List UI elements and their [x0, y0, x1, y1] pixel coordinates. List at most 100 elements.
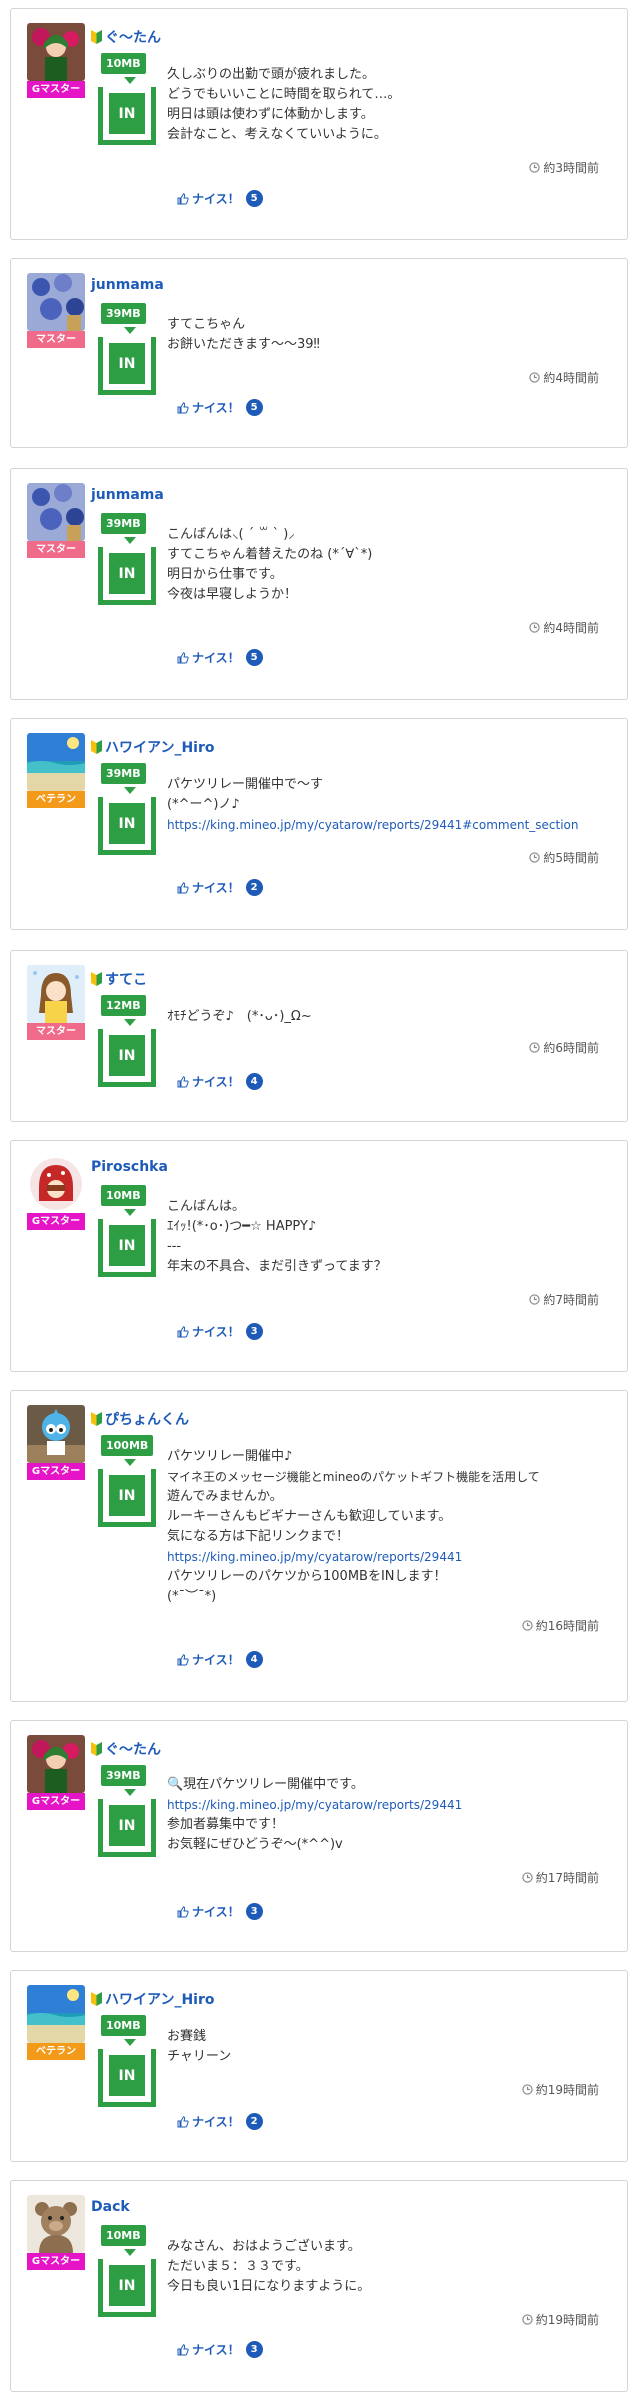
- comment-line: お賽銭: [167, 2029, 207, 2044]
- in-button[interactable]: IN: [98, 797, 156, 855]
- timestamp-text: 約19時間前: [535, 2083, 599, 2097]
- timestamp: 約19時間前: [522, 2081, 599, 2098]
- comment-line: 今日も良い1日になりますように。: [167, 2279, 371, 2294]
- in-label: IN: [109, 1475, 145, 1516]
- avatar[interactable]: [27, 965, 85, 1023]
- packet-amount-badge: 39MB: [101, 303, 146, 324]
- in-label: IN: [109, 553, 145, 594]
- comment-card: マスター すてこ 12MB IN ｵﾓﾁどうぞ♪ (*･ᴗ･)_Ω~ 約6時間前…: [10, 950, 628, 1122]
- avatar[interactable]: [27, 1155, 85, 1213]
- nice-button[interactable]: ナイス！ 5: [177, 399, 263, 416]
- username-link[interactable]: junmama: [91, 277, 164, 293]
- rank-badge: Gマスター: [27, 81, 85, 98]
- nice-label: ナイス！: [192, 881, 240, 895]
- in-button[interactable]: IN: [98, 2259, 156, 2317]
- thumbs-up-icon: [177, 1905, 189, 1917]
- in-button[interactable]: IN: [98, 547, 156, 605]
- username-link[interactable]: ハワイアン_Hiro: [91, 737, 214, 757]
- comment-link[interactable]: https://king.mineo.jp/my/cyatarow/report…: [167, 815, 607, 835]
- comment-link[interactable]: https://king.mineo.jp/my/cyatarow/report…: [167, 1795, 607, 1815]
- timestamp-text: 約19時間前: [535, 2313, 599, 2327]
- in-button[interactable]: IN: [98, 2049, 156, 2107]
- down-arrow-icon: [124, 327, 136, 334]
- nice-button[interactable]: ナイス！ 5: [177, 190, 263, 207]
- avatar[interactable]: [27, 733, 85, 791]
- username-link[interactable]: Piroschka: [91, 1159, 168, 1175]
- comment-card: ベテラン ハワイアン_Hiro 39MB IN パケツリレー開催中で〜す (*^…: [10, 718, 628, 930]
- nice-button[interactable]: ナイス！ 2: [177, 879, 263, 896]
- comment-line: 年末の不具合、まだ引きずってます？: [167, 1259, 387, 1274]
- comment-link[interactable]: https://king.mineo.jp/my/cyatarow/report…: [167, 1547, 607, 1567]
- comment-line: パケツリレー開催中♪: [167, 1449, 293, 1464]
- down-arrow-icon: [124, 537, 136, 544]
- comment-line: 今夜は早寝しようか！: [167, 587, 298, 602]
- in-label: IN: [109, 1035, 145, 1076]
- rank-badge: マスター: [27, 331, 85, 348]
- comment-line: マイネ王のメッセージ機能とmineoのパケットギフト機能を活用して: [167, 1470, 540, 1484]
- comment-line: ただいま５：３３です。: [167, 2259, 309, 2274]
- rank-badge: ベテラン: [27, 2043, 85, 2060]
- in-label: IN: [109, 93, 145, 134]
- timestamp: 約4時間前: [529, 619, 599, 636]
- comment-line: お餅いただきます〜〜39‼︎: [167, 337, 320, 352]
- down-arrow-icon: [124, 1459, 136, 1466]
- username-link[interactable]: すてこ: [91, 969, 147, 989]
- comment-card: マスター junmama 39MB IN すてこちゃん お餅いただきます〜〜39…: [10, 258, 628, 448]
- avatar[interactable]: [27, 1985, 85, 2043]
- comment-line: みなさん、おはようございます。: [167, 2239, 361, 2254]
- nice-button[interactable]: ナイス！ 4: [177, 1651, 263, 1668]
- avatar[interactable]: [27, 483, 85, 541]
- in-button[interactable]: IN: [98, 337, 156, 395]
- username-link[interactable]: ぐ〜たん: [91, 27, 161, 47]
- rank-badge: マスター: [27, 1023, 85, 1040]
- avatar[interactable]: [27, 23, 85, 81]
- comment-body: お賽銭 チャリーン: [167, 2027, 607, 2067]
- nice-button[interactable]: ナイス！ 3: [177, 1323, 263, 1340]
- nice-button[interactable]: ナイス！ 4: [177, 1073, 263, 1090]
- timestamp-text: 約16時間前: [535, 1619, 599, 1633]
- in-button[interactable]: IN: [98, 1799, 156, 1857]
- comment-line: 会計なこと、考えなくていいように。: [167, 127, 387, 142]
- in-label: IN: [109, 2265, 145, 2306]
- nice-button[interactable]: ナイス！ 3: [177, 1903, 263, 1920]
- comment-line: チャリーン: [167, 2049, 232, 2064]
- username-link[interactable]: ぐ〜たん: [91, 1739, 161, 1759]
- in-button[interactable]: IN: [98, 1469, 156, 1527]
- nice-count: 5: [245, 649, 263, 666]
- nice-button[interactable]: ナイス！ 3: [177, 2341, 263, 2358]
- timestamp-text: 約4時間前: [543, 371, 599, 385]
- comment-body: すてこちゃん お餅いただきます〜〜39‼︎: [167, 315, 607, 355]
- comment-card: Gマスター ぐ〜たん 39MB IN 🔍現在パケツリレー開催中です。 https…: [10, 1720, 628, 1952]
- in-button[interactable]: IN: [98, 87, 156, 145]
- avatar[interactable]: [27, 273, 85, 331]
- avatar[interactable]: [27, 2195, 85, 2253]
- rank-badge: Gマスター: [27, 1793, 85, 1810]
- in-button[interactable]: IN: [98, 1219, 156, 1277]
- comment-body: ｵﾓﾁどうぞ♪ (*･ᴗ･)_Ω~: [167, 1007, 607, 1027]
- timestamp-text: 約7時間前: [543, 1293, 599, 1307]
- beginner-mark-icon: [91, 972, 102, 986]
- nice-count: 2: [245, 2113, 263, 2130]
- timestamp-text: 約6時間前: [543, 1041, 599, 1055]
- username-text: ぴちょんくん: [105, 1412, 189, 1428]
- packet-amount-badge: 100MB: [101, 1435, 154, 1456]
- timestamp: 約6時間前: [529, 1039, 599, 1056]
- thumbs-up-icon: [177, 1325, 189, 1337]
- nice-button[interactable]: ナイス！ 2: [177, 2113, 263, 2130]
- down-arrow-icon: [124, 1789, 136, 1796]
- packet-amount-badge: 12MB: [101, 995, 146, 1016]
- avatar[interactable]: [27, 1735, 85, 1793]
- username-text: すてこ: [105, 972, 148, 988]
- username-link[interactable]: junmama: [91, 487, 164, 503]
- username-link[interactable]: Dack: [91, 2199, 130, 2215]
- nice-label: ナイス！: [192, 1325, 240, 1339]
- nice-count: 5: [245, 190, 263, 207]
- thumbs-up-icon: [177, 1653, 189, 1665]
- username-link[interactable]: ハワイアン_Hiro: [91, 1989, 214, 2009]
- nice-button[interactable]: ナイス！ 5: [177, 649, 263, 666]
- down-arrow-icon: [124, 2039, 136, 2046]
- packet-amount-badge: 10MB: [101, 53, 146, 74]
- avatar[interactable]: [27, 1405, 85, 1463]
- username-link[interactable]: ぴちょんくん: [91, 1409, 189, 1429]
- in-button[interactable]: IN: [98, 1029, 156, 1087]
